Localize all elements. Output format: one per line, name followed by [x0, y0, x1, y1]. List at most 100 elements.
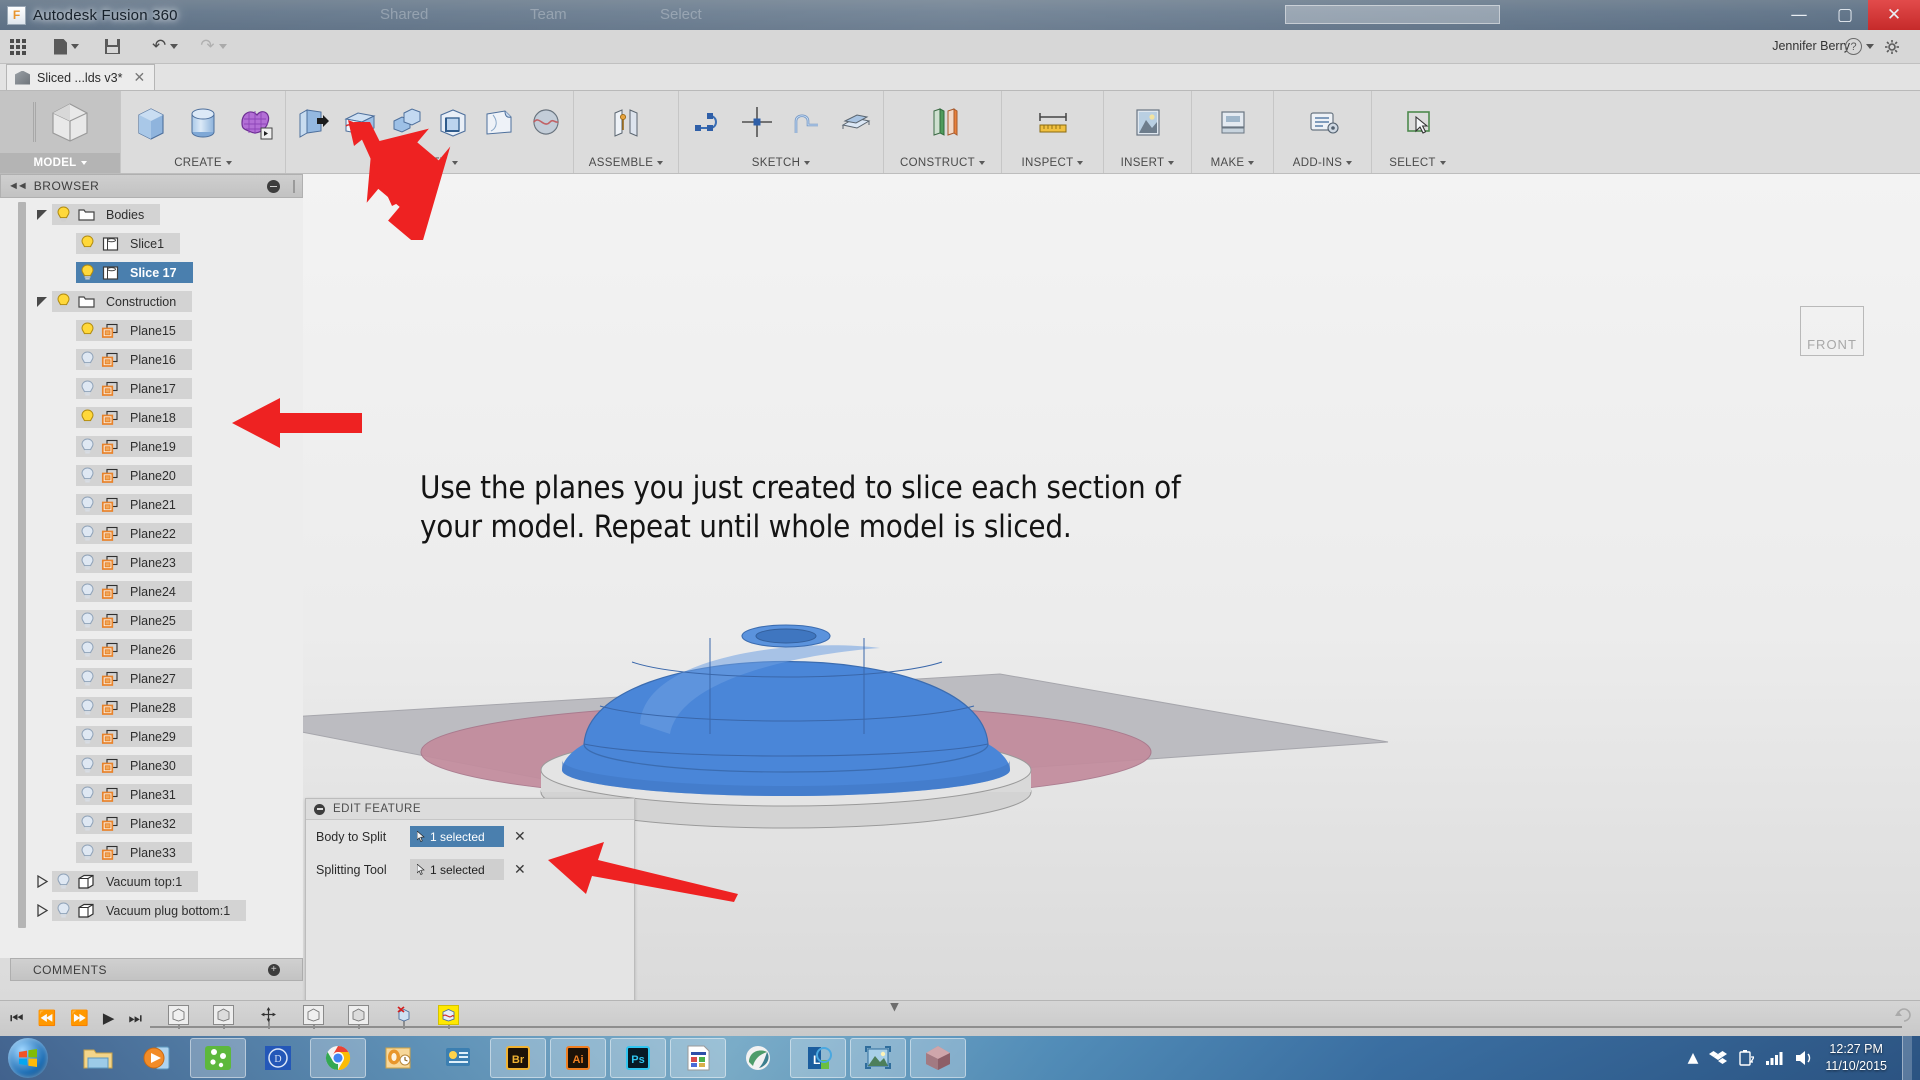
browser-tree-row-band[interactable]: Plane31 [76, 784, 192, 805]
browser-tree-item-plane29[interactable]: Plane29 [32, 722, 303, 751]
browser-tree-item-plane33[interactable]: Plane33 [32, 838, 303, 867]
timeline-node-split-body[interactable] [437, 1004, 459, 1025]
browser-tree-item-slice-17[interactable]: Slice 17 [32, 258, 303, 287]
comments-panel-header[interactable]: COMMENTS + [10, 958, 303, 981]
revert-icon[interactable] [1894, 1005, 1914, 1025]
browser-tree-row-band[interactable]: Plane25 [76, 610, 192, 631]
browser-tree-row-band[interactable]: Plane32 [76, 813, 192, 834]
browser-tree-row-band[interactable]: Plane29 [76, 726, 192, 747]
browser-tree-row-band[interactable]: Plane19 [76, 436, 192, 457]
body-to-split-selection[interactable]: 1 selected [410, 826, 504, 847]
question-circle-icon[interactable]: ? [1845, 38, 1862, 55]
app-grid-icon[interactable] [0, 30, 32, 64]
browser-tree-item-plane24[interactable]: Plane24 [32, 577, 303, 606]
sculpt-form-icon[interactable] [230, 96, 280, 149]
joint-icon[interactable] [600, 96, 652, 149]
browser-tree-row-band[interactable]: Vacuum top:1 [52, 871, 199, 892]
light-bulb-icon[interactable] [76, 465, 98, 486]
measure-icon[interactable] [1027, 96, 1079, 149]
browser-tree-item-plane32[interactable]: Plane32 [32, 809, 303, 838]
light-bulb-icon[interactable] [76, 233, 98, 254]
browser-tree-item-bodies[interactable]: Bodies [32, 200, 303, 229]
light-bulb-icon[interactable] [76, 610, 98, 631]
browser-tree-row-band[interactable]: Plane33 [76, 842, 192, 863]
browser-tree-item-plane16[interactable]: Plane16 [32, 345, 303, 374]
browser-scrollbar[interactable] [18, 202, 26, 930]
save-button[interactable] [99, 30, 126, 64]
light-bulb-icon[interactable] [52, 871, 74, 892]
browser-tree-item-plane22[interactable]: Plane22 [32, 519, 303, 548]
timeline-node-move[interactable] [258, 1005, 279, 1025]
point-icon[interactable] [733, 96, 780, 149]
double-left-arrow-icon[interactable]: ◄◄ [8, 180, 28, 192]
browser-tree-item-construction[interactable]: Construction [32, 287, 303, 316]
light-bulb-icon[interactable] [76, 407, 98, 428]
browser-tree-row-band[interactable]: Plane17 [76, 378, 192, 399]
title-search-field[interactable] [1285, 5, 1500, 24]
expander-collapse-icon[interactable] [32, 295, 52, 308]
browser-tree-item-plane25[interactable]: Plane25 [32, 606, 303, 635]
line-icon[interactable] [684, 96, 731, 149]
browser-tree-row-band[interactable]: Plane22 [76, 523, 192, 544]
expander-expand-icon[interactable] [32, 904, 52, 917]
outlook-icon[interactable] [370, 1038, 426, 1078]
new-document-button[interactable] [48, 30, 85, 64]
document-tab[interactable]: Sliced ...lds v3* ✕ [6, 64, 156, 90]
ribbon-label-addins[interactable]: ADD-INS [1274, 153, 1371, 173]
light-bulb-icon[interactable] [76, 639, 98, 660]
show-desktop-button[interactable] [1902, 1036, 1912, 1080]
browser-tree-item-plane21[interactable]: Plane21 [32, 490, 303, 519]
browser-tree-item-vacuum-plug-bottom-1[interactable]: Vacuum plug bottom:1 [32, 896, 303, 925]
browser-tree-item-plane19[interactable]: Plane19 [32, 432, 303, 461]
network-bars-icon[interactable] [1765, 1050, 1783, 1066]
ribbon-label-create[interactable]: CREATE [121, 153, 285, 173]
minus-circle-icon[interactable] [267, 180, 280, 193]
plane-sketch-icon[interactable] [831, 96, 878, 149]
panel-grip[interactable] [293, 180, 295, 193]
view-cube-front-face[interactable]: FRONT [1800, 306, 1864, 356]
timeline-position-marker[interactable] [889, 1002, 899, 1012]
close-icon[interactable]: ✕ [133, 69, 145, 86]
shell-icon[interactable] [431, 96, 476, 149]
browser-tree-item-plane15[interactable]: Plane15 [32, 316, 303, 345]
ribbon-label-select[interactable]: SELECT [1372, 153, 1463, 173]
adobe-illustrator-icon[interactable]: Ai [550, 1038, 606, 1078]
light-bulb-icon[interactable] [76, 494, 98, 515]
ribbon-label-insert[interactable]: INSERT [1104, 153, 1191, 173]
plus-circle-icon[interactable]: + [268, 964, 280, 976]
browser-tree-row-band[interactable]: Plane26 [76, 639, 192, 660]
ribbon-label-assemble[interactable]: ASSEMBLE [574, 153, 678, 173]
maximize-button[interactable]: ▢ [1822, 0, 1868, 30]
light-bulb-icon[interactable] [76, 262, 98, 283]
browser-tree-item-plane18[interactable]: Plane18 [32, 403, 303, 432]
browser-tree-row-band[interactable]: Plane21 [76, 494, 192, 515]
dashboard-app-icon[interactable] [430, 1038, 486, 1078]
browser-tree-row-band[interactable]: Plane16 [76, 349, 192, 370]
battery-icon[interactable] [1738, 1049, 1755, 1067]
light-bulb-icon[interactable] [76, 668, 98, 689]
splitting-tool-selection[interactable]: 1 selected [410, 859, 504, 880]
close-button[interactable]: ✕ [1868, 0, 1920, 30]
light-bulb-icon[interactable] [76, 697, 98, 718]
ribbon-label-construct[interactable]: CONSTRUCT [884, 153, 1001, 173]
light-bulb-icon[interactable] [76, 842, 98, 863]
light-bulb-icon[interactable] [76, 813, 98, 834]
browser-tree-row-band[interactable]: Plane30 [76, 755, 192, 776]
light-bulb-icon[interactable] [76, 552, 98, 573]
browser-tree-item-plane27[interactable]: Plane27 [32, 664, 303, 693]
browser-tree-item-plane17[interactable]: Plane17 [32, 374, 303, 403]
browser-tree-item-plane23[interactable]: Plane23 [32, 548, 303, 577]
gear-icon[interactable] [1884, 39, 1900, 55]
ribbon-label-make[interactable]: MAKE [1192, 153, 1273, 173]
browser-tree-row-band[interactable]: Plane27 [76, 668, 192, 689]
timeline-node-body-1[interactable] [167, 1004, 189, 1025]
light-bulb-icon[interactable] [76, 726, 98, 747]
skip-to-end-icon[interactable]: ⏭ [128, 1011, 142, 1026]
cylinder-icon[interactable] [178, 96, 228, 149]
browser-tree-row-band[interactable]: Slice 17 [76, 262, 193, 283]
select-arrow-icon[interactable] [1392, 96, 1444, 149]
3d-print-icon[interactable] [1207, 96, 1259, 149]
light-bulb-icon[interactable] [52, 291, 74, 312]
insert-image-icon[interactable] [1122, 96, 1174, 149]
document-window-icon[interactable] [670, 1038, 726, 1078]
